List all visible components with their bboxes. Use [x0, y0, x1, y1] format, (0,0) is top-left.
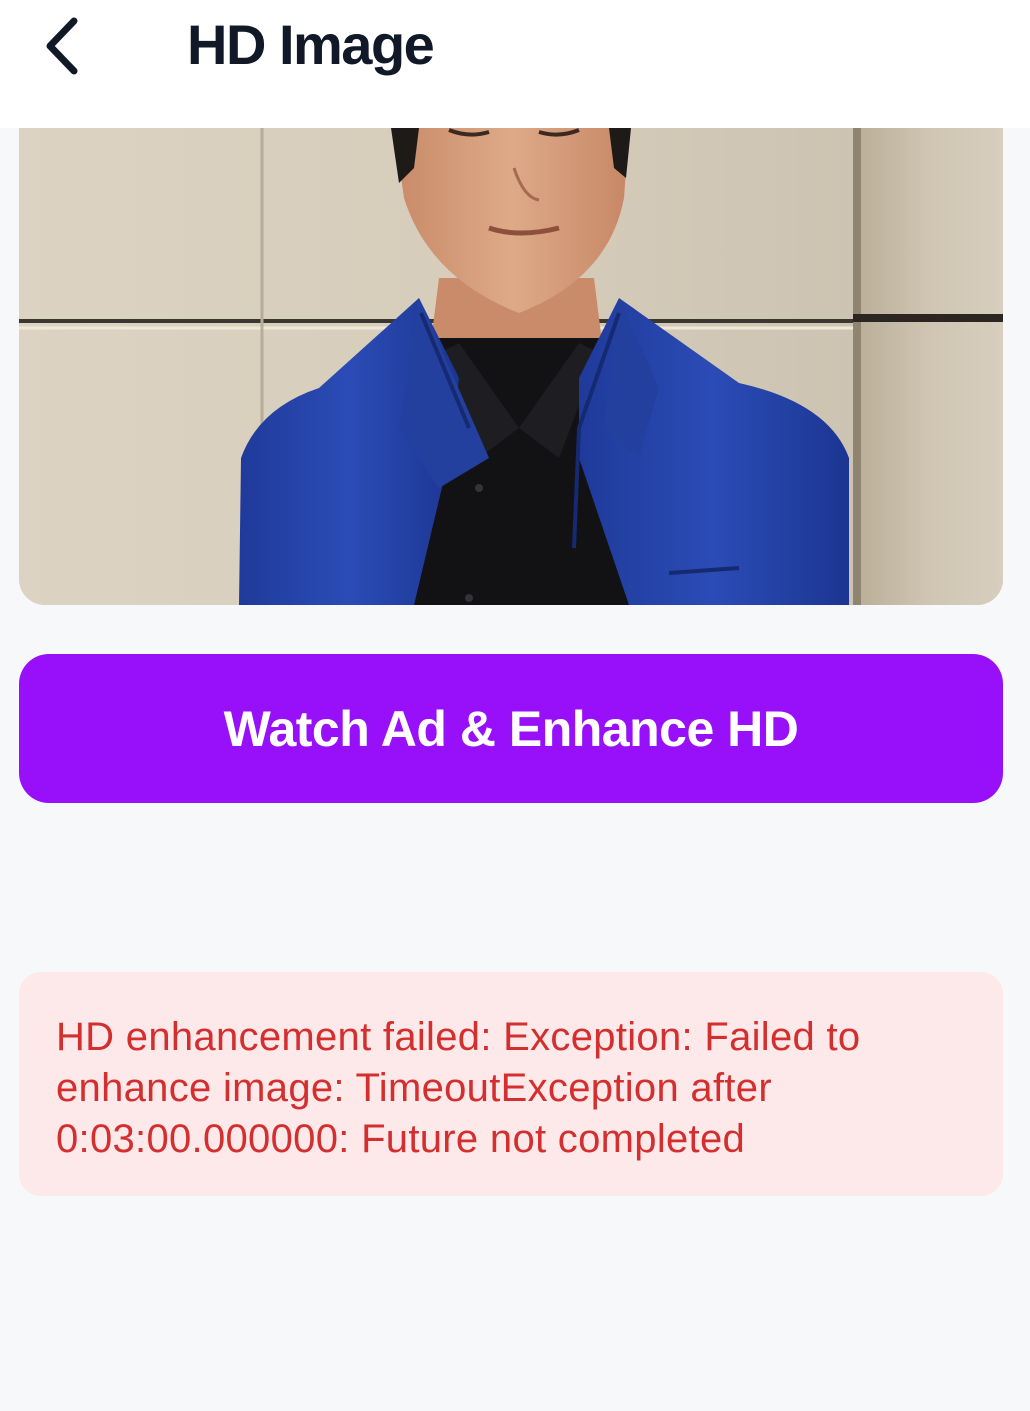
error-message: HD enhancement failed: Exception: Failed… [56, 1015, 861, 1161]
app-bar: HD Image [0, 0, 1030, 128]
portrait-photo [19, 128, 1003, 605]
error-banner: HD enhancement failed: Exception: Failed… [19, 972, 1003, 1196]
page-title: HD Image [187, 13, 435, 76]
back-button[interactable] [28, 8, 96, 84]
image-preview [19, 128, 1003, 605]
chevron-left-icon [46, 17, 78, 75]
watch-ad-enhance-button[interactable]: Watch Ad & Enhance HD [19, 654, 1003, 803]
